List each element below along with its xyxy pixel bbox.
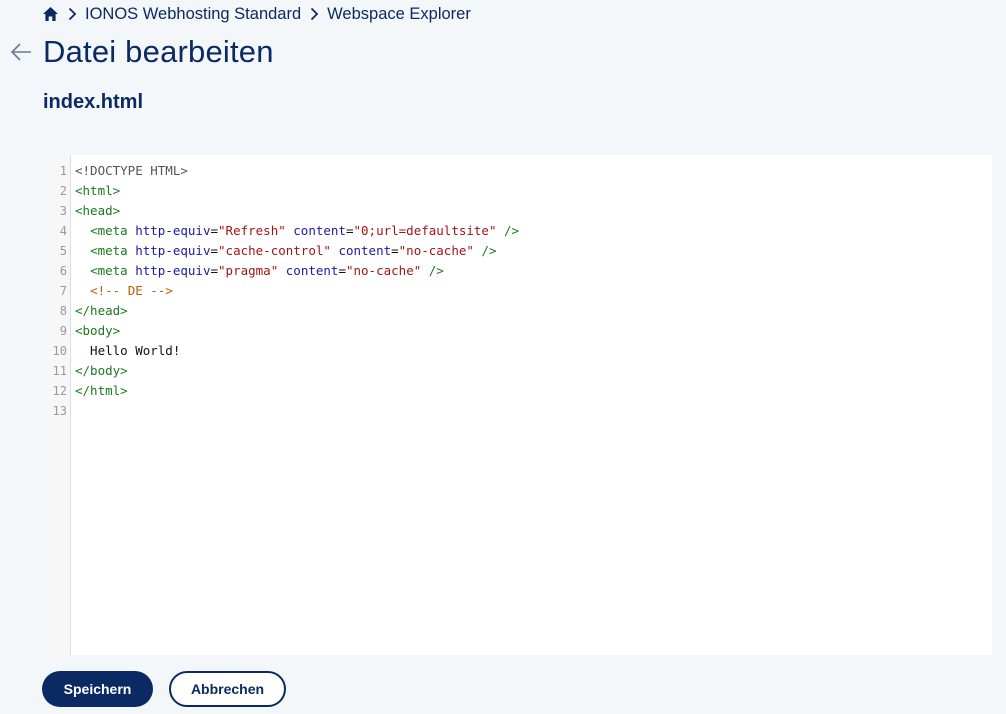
cancel-button[interactable]: Abbrechen (169, 671, 286, 707)
line-number: 3 (59, 204, 67, 218)
line-number: 2 (59, 184, 67, 198)
code-token: http-equiv (135, 243, 211, 258)
line-number: 7 (59, 284, 67, 298)
code-token: "pragma" (218, 263, 279, 278)
code-editor[interactable]: 1 2 3 4 5 6 7 8 9 10 11 12 13 <!DOCTYPE HTML> <html> <… (42, 155, 992, 655)
code-content[interactable]: <!DOCTYPE HTML> <html> <head> <meta http-e… (71, 155, 519, 655)
line-number: 5 (59, 244, 67, 258)
arrow-left-icon[interactable] (9, 40, 33, 64)
line-number: 6 (59, 264, 67, 278)
line-number: 9 (59, 324, 67, 338)
code-token: </head> (75, 303, 128, 318)
code-token: content (338, 243, 392, 258)
code-token: "no-cache" (345, 263, 422, 278)
code-line[interactable]: <head> (75, 201, 519, 221)
code-line[interactable]: </head> (75, 301, 519, 321)
line-number: 12 (52, 384, 67, 398)
breadcrumb-item-webhosting[interactable]: IONOS Webhosting Standard (85, 5, 301, 24)
code-token: = (345, 223, 354, 238)
code-line[interactable]: <meta http-equiv="cache-control" content… (75, 241, 519, 261)
code-token: <meta (90, 243, 136, 258)
save-button[interactable]: Speichern (42, 671, 153, 707)
code-token: <html> (75, 183, 121, 198)
line-number: 10 (52, 344, 67, 358)
code-token: /> (481, 243, 497, 258)
code-line[interactable]: Hello World! (75, 341, 519, 361)
line-number: 13 (52, 404, 67, 418)
code-token: http-equiv (135, 263, 211, 278)
home-icon[interactable] (42, 6, 59, 22)
line-number: 4 (59, 224, 67, 238)
code-token: <meta (90, 223, 136, 238)
code-line[interactable]: <meta http-equiv="Refresh" content="0;ur… (75, 221, 519, 241)
code-token: </html> (75, 383, 128, 398)
line-number: 11 (52, 364, 67, 378)
code-token: <head> (75, 203, 121, 218)
code-line[interactable]: <html> (75, 181, 519, 201)
code-token: = (210, 223, 219, 238)
code-token: </body> (75, 363, 128, 378)
code-token: "no-cache" (398, 243, 474, 258)
chevron-right-icon (67, 7, 77, 21)
code-line[interactable]: </html> (75, 381, 519, 401)
code-token: "cache-control" (218, 243, 331, 258)
file-name: index.html (43, 91, 144, 113)
code-token: /> (504, 223, 520, 238)
code-token: <meta (90, 263, 136, 278)
line-number-gutter: 1 2 3 4 5 6 7 8 9 10 11 12 13 (42, 155, 71, 655)
breadcrumb-item-webspace-explorer[interactable]: Webspace Explorer (327, 5, 471, 24)
code-token: "0;url=defaultsite" (353, 223, 497, 238)
code-token: <!DOCTYPE HTML> (75, 163, 188, 178)
line-number: 1 (59, 164, 67, 178)
code-token: "Refresh" (218, 223, 286, 238)
code-token: = (210, 263, 219, 278)
code-token: http-equiv (135, 223, 211, 238)
code-token: = (210, 243, 219, 258)
page-title: Datei bearbeiten (43, 34, 274, 69)
code-line[interactable]: <body> (75, 321, 519, 341)
code-token: /> (428, 263, 444, 278)
code-line[interactable] (75, 401, 519, 421)
line-number: 8 (59, 304, 67, 318)
code-token: = (391, 243, 399, 258)
code-token: content (285, 263, 339, 278)
code-token: content (293, 223, 346, 238)
code-line[interactable]: <!DOCTYPE HTML> (75, 161, 519, 181)
breadcrumb: IONOS Webhosting Standard Webspace Explo… (42, 4, 471, 24)
code-line[interactable]: <meta http-equiv="pragma" content="no-ca… (75, 261, 519, 281)
code-token: <body> (75, 323, 121, 338)
chevron-right-icon (309, 7, 319, 21)
code-token: <!-- DE --> (90, 283, 173, 298)
code-line[interactable]: <!-- DE --> (75, 281, 519, 301)
code-line[interactable]: </body> (75, 361, 519, 381)
code-token: = (338, 263, 346, 278)
code-token: Hello World! (75, 343, 181, 358)
